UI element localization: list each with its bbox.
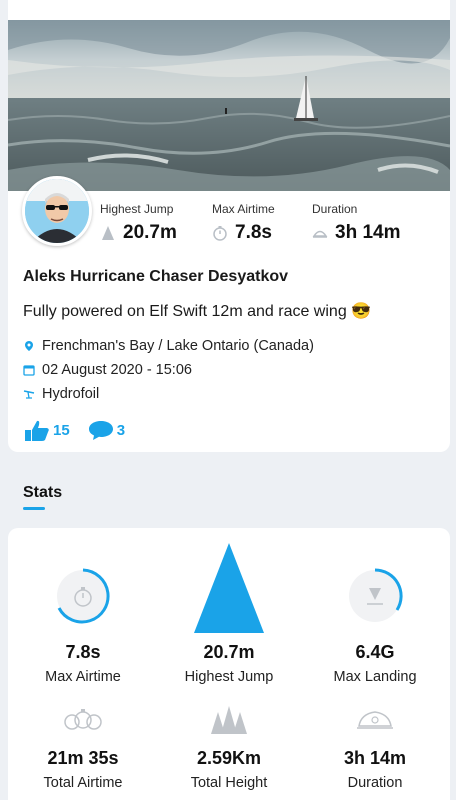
sport-text: Hydrofoil xyxy=(42,386,100,402)
triangle-jump-icon xyxy=(102,226,114,240)
max-airtime-label: Max Airtime xyxy=(212,202,275,216)
location-row: Frenchman's Bay / Lake Ontario (Canada) xyxy=(23,338,314,354)
location-text: Frenchman's Bay / Lake Ontario (Canada) xyxy=(42,338,314,354)
total-height-stat-label: Total Height xyxy=(190,775,268,791)
highest-jump-stat-label: Highest Jump xyxy=(184,669,274,685)
stat-max-airtime: 7.8s Max Airtime xyxy=(8,568,158,685)
max-landing-stat-label: Max Landing xyxy=(333,669,417,685)
header-stat-max-airtime: Max Airtime 7.8s xyxy=(212,202,275,244)
session-photo[interactable] xyxy=(8,20,450,191)
stat-max-landing: 6.4G Max Landing xyxy=(300,568,450,685)
stats-tab-indicator xyxy=(23,507,45,510)
hydrofoil-icon xyxy=(23,390,35,399)
landing-icon xyxy=(349,568,403,622)
calendar-icon xyxy=(23,365,35,376)
stat-highest-jump: 20.7m Highest Jump xyxy=(154,543,304,685)
highest-jump-value: 20.7m xyxy=(123,222,177,243)
max-airtime-stat-value: 7.8s xyxy=(65,642,101,662)
rider-name[interactable]: Aleks Hurricane Chaser Desyatkov xyxy=(23,268,288,286)
session-description: Fully powered on Elf Swift 12m and race … xyxy=(23,303,372,320)
likes-count: 15 xyxy=(53,421,70,439)
stats-card: 7.8s Max Airtime 20.7m Highest Jump 6.4G… xyxy=(8,528,450,800)
social-bar: 15 3 xyxy=(23,418,125,442)
stopwatch-icon xyxy=(213,226,227,241)
max-airtime-value: 7.8s xyxy=(235,222,272,243)
stopwatch-icon xyxy=(57,568,110,624)
duration-stat-value: 3h 14m xyxy=(343,748,407,768)
max-landing-stat-value: 6.4G xyxy=(355,642,395,662)
stat-total-airtime: 21m 35s Total Airtime xyxy=(8,706,158,791)
multi-stopwatch-icon xyxy=(64,709,102,730)
triangle-jump-icon xyxy=(194,543,264,633)
thumbs-up-icon xyxy=(25,420,49,441)
highest-jump-stat-value: 20.7m xyxy=(203,642,255,662)
header-stat-duration: Duration 3h 14m xyxy=(312,202,400,244)
duration-stat-label: Duration xyxy=(347,775,403,791)
stats-tab[interactable]: Stats xyxy=(23,484,62,502)
date-text: 02 August 2020 - 15:06 xyxy=(42,362,192,378)
header-stat-highest-jump: Highest Jump 20.7m xyxy=(100,202,177,244)
location-pin-icon xyxy=(25,341,33,351)
sport-row: Hydrofoil xyxy=(23,386,99,402)
session-card[interactable]: Highest Jump 20.7m Max Airtime 7.8s Dura… xyxy=(8,0,450,452)
duration-icon xyxy=(357,711,393,729)
total-height-stat-value: 2.59Km xyxy=(196,748,262,768)
duration-label: Duration xyxy=(312,202,358,216)
stat-total-height: 2.59Km Total Height xyxy=(154,706,304,791)
like-button[interactable]: 15 xyxy=(23,418,70,442)
stat-duration: 3h 14m Duration xyxy=(300,706,450,791)
duration-value: 3h 14m xyxy=(335,222,401,243)
avatar[interactable] xyxy=(22,176,92,246)
duration-icon xyxy=(312,230,328,238)
max-airtime-stat-label: Max Airtime xyxy=(45,669,121,685)
comment-button[interactable]: 3 xyxy=(88,419,125,441)
comments-count: 3 xyxy=(116,421,126,439)
total-airtime-stat-label: Total Airtime xyxy=(43,775,123,791)
total-airtime-stat-value: 21m 35s xyxy=(47,748,119,768)
triangles-icon xyxy=(211,706,247,734)
date-row: 02 August 2020 - 15:06 xyxy=(23,362,192,378)
comment-icon xyxy=(88,421,113,440)
highest-jump-label: Highest Jump xyxy=(100,202,174,216)
